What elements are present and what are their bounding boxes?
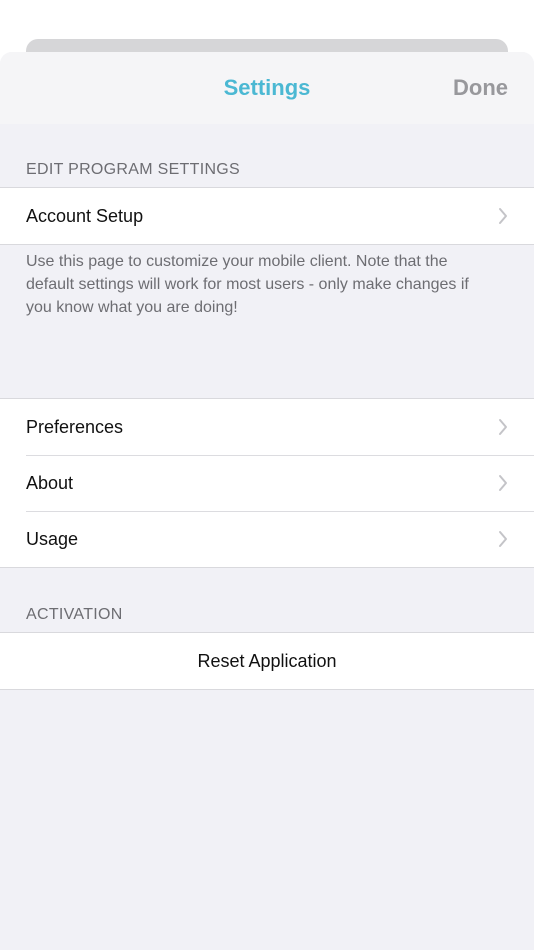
program-settings-group: Account Setup	[0, 187, 534, 245]
chevron-right-icon	[499, 419, 507, 435]
account-setup-row[interactable]: Account Setup	[0, 188, 534, 244]
activation-group: Reset Application	[0, 632, 534, 690]
chevron-right-icon	[499, 475, 507, 491]
chevron-right-icon	[499, 531, 507, 547]
navigation-bar: Settings Done	[0, 52, 534, 124]
reset-application-button[interactable]: Reset Application	[0, 633, 534, 689]
about-row[interactable]: About	[0, 455, 534, 511]
usage-row[interactable]: Usage	[0, 511, 534, 567]
reset-application-label: Reset Application	[197, 651, 337, 671]
preferences-row[interactable]: Preferences	[0, 399, 534, 455]
done-button[interactable]: Done	[453, 75, 508, 101]
about-label: About	[26, 473, 74, 493]
general-settings-group: Preferences About Usage	[0, 398, 534, 568]
program-settings-footer-note: Use this page to customize your mobile c…	[26, 253, 469, 316]
chevron-right-icon	[499, 208, 507, 224]
section-header-activation: ACTIVATION	[26, 606, 123, 623]
section-header-program-settings: EDIT PROGRAM SETTINGS	[26, 161, 241, 178]
usage-label: Usage	[26, 529, 79, 549]
account-setup-label: Account Setup	[26, 206, 144, 226]
settings-sheet: Settings Done EDIT PROGRAM SETTINGS Acco…	[0, 52, 534, 950]
preferences-label: Preferences	[26, 417, 124, 437]
